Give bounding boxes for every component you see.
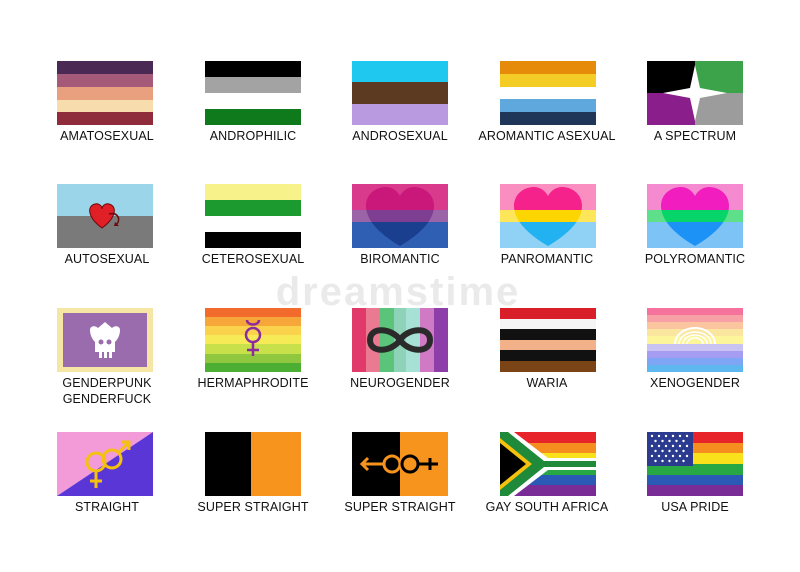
ceterosexual-flag [205, 184, 301, 248]
flag-label: SUPER STRAIGHT [344, 500, 456, 514]
flag-label: BIROMANTIC [360, 252, 440, 266]
flag-label: XENOGENDER [650, 376, 740, 390]
flag-label: AUTOSEXUAL [64, 252, 150, 266]
flag-label: NEUROGENDER [350, 376, 450, 390]
usa-pride-flag [647, 432, 743, 496]
panromantic-flag [500, 184, 596, 248]
a-spectrum-flag [647, 61, 743, 125]
hermaphrodite-flag [205, 308, 301, 372]
androsexual-flag [352, 61, 448, 125]
flag-label: SUPER STRAIGHT [197, 500, 309, 514]
flag-label: USA PRIDE [661, 500, 729, 514]
neurogender-flag [352, 308, 448, 372]
xenogender-flag [647, 308, 743, 372]
androphilic-flag [205, 61, 301, 125]
flag-label: CETEROSEXUAL [201, 252, 305, 266]
flag-label: WARIA [526, 376, 568, 390]
super-straight-flag [205, 432, 301, 496]
genderpunk-flag [57, 308, 153, 372]
flag-label: GENDERPUNK GENDERFUCK [62, 376, 152, 406]
flag-label: STRAIGHT [75, 500, 139, 514]
polyromantic-flag [647, 184, 743, 248]
flag-label: POLYROMANTIC [644, 252, 746, 266]
flag-label: AROMANTIC ASEXUAL [478, 129, 616, 143]
flag-label: GAY SOUTH AFRICA [485, 500, 609, 514]
straight-flag [57, 432, 153, 496]
autosexual-flag [57, 184, 153, 248]
waria-flag [500, 308, 596, 372]
flag-label: A SPECTRUM [653, 129, 737, 143]
gay-south-africa-flag [500, 432, 596, 496]
super-straight-symbol-flag [352, 432, 448, 496]
flag-label: ANDROSEXUAL [352, 129, 448, 143]
flag-label: AMATOSEXUAL [60, 129, 154, 143]
amatosexual-flag [57, 61, 153, 125]
biromantic-flag [352, 184, 448, 248]
aromantic-asexual-flag [500, 61, 596, 125]
flag-label: ANDROPHILIC [209, 129, 297, 143]
flag-label: PANROMANTIC [500, 252, 594, 266]
flag-label: HERMAPHRODITE [197, 376, 309, 390]
